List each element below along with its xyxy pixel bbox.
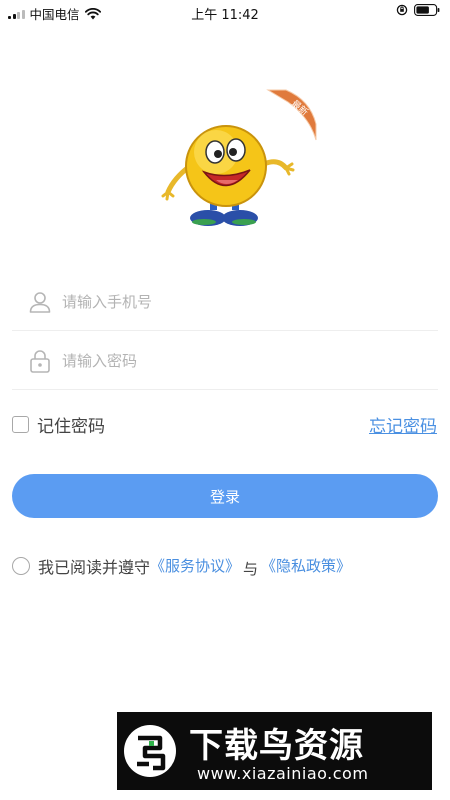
new-ribbon: 最新 [266,89,317,141]
agreement-row: 我已阅读并遵守 《服务协议》 与 《隐私政策》 [12,552,351,579]
forgot-password-link[interactable]: 忘记密码 [369,412,437,437]
orientation-lock-icon [396,4,408,16]
battery-icon [414,4,440,16]
remember-label: 记住密码 [37,417,105,437]
watermark-title: 下载鸟资源 [189,726,364,766]
password-field [12,333,438,390]
agreement-radio[interactable] [12,556,30,575]
bird-logo-icon [124,725,176,777]
mascot-image: 最新 [161,89,317,226]
login-button[interactable]: 登录 [12,474,438,518]
user-icon [26,288,54,316]
remember-password-toggle[interactable]: 记住密码 [12,412,105,437]
service-agreement-link[interactable]: 《服务协议》 [150,555,240,576]
phone-input[interactable] [62,293,402,311]
phone-field [12,274,438,331]
watermark-url: www.xiazainiao.com [197,764,369,783]
password-input[interactable] [62,352,402,370]
status-time: 上午 11:42 [191,8,259,23]
app-logo: 最新 [160,88,318,240]
watermark-banner: 下载鸟资源 www.xiazainiao.com [117,712,432,790]
privacy-policy-link[interactable]: 《隐私政策》 [261,555,351,576]
status-bar: 中国电信 上午 11:42 [0,0,450,24]
lock-icon [26,347,54,375]
status-right [396,4,440,16]
remember-checkbox[interactable] [12,416,29,433]
agreement-conjunction: 与 [243,560,259,578]
agreement-prefix: 我已阅读并遵守 [38,557,151,577]
